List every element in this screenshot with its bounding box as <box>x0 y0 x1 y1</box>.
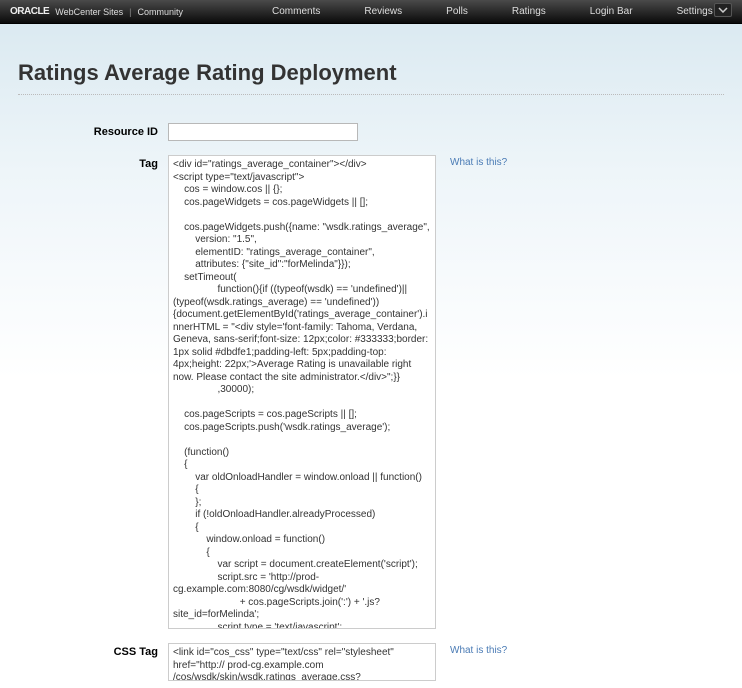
chevron-down-icon <box>718 7 728 13</box>
nav-comments[interactable]: Comments <box>250 6 342 17</box>
tag-what-is-this-link[interactable]: What is this? <box>450 157 507 168</box>
brand-community: Community <box>137 7 183 17</box>
tag-textarea[interactable] <box>168 155 436 629</box>
resource-id-row: Resource ID <box>18 123 724 141</box>
brand-logo: ORACLE <box>10 6 49 17</box>
brand-separator: | <box>129 7 131 17</box>
resource-id-label: Resource ID <box>18 123 168 138</box>
css-tag-row: CSS Tag What is this? <box>18 643 724 681</box>
nav-ratings[interactable]: Ratings <box>490 6 568 17</box>
nav-polls[interactable]: Polls <box>424 6 490 17</box>
page-content: Ratings Average Rating Deployment Resour… <box>0 24 742 681</box>
brand-area: ORACLE WebCenter Sites | Community <box>0 6 183 17</box>
page-title: Ratings Average Rating Deployment <box>18 60 724 86</box>
tag-row: Tag What is this? <box>18 155 724 629</box>
title-divider <box>18 94 724 95</box>
css-tag-what-is-this-link[interactable]: What is this? <box>450 645 507 656</box>
collapse-toggle-button[interactable] <box>714 3 732 17</box>
resource-id-input[interactable] <box>168 123 358 141</box>
main-nav: Comments Reviews Polls Ratings Login Bar… <box>250 6 735 17</box>
brand-product: WebCenter Sites <box>55 7 123 17</box>
tag-label: Tag <box>18 155 168 170</box>
top-navigation-bar: ORACLE WebCenter Sites | Community Comme… <box>0 0 742 24</box>
nav-login-bar[interactable]: Login Bar <box>568 6 655 17</box>
css-tag-label: CSS Tag <box>18 643 168 658</box>
css-tag-textarea[interactable] <box>168 643 436 681</box>
nav-reviews[interactable]: Reviews <box>342 6 424 17</box>
